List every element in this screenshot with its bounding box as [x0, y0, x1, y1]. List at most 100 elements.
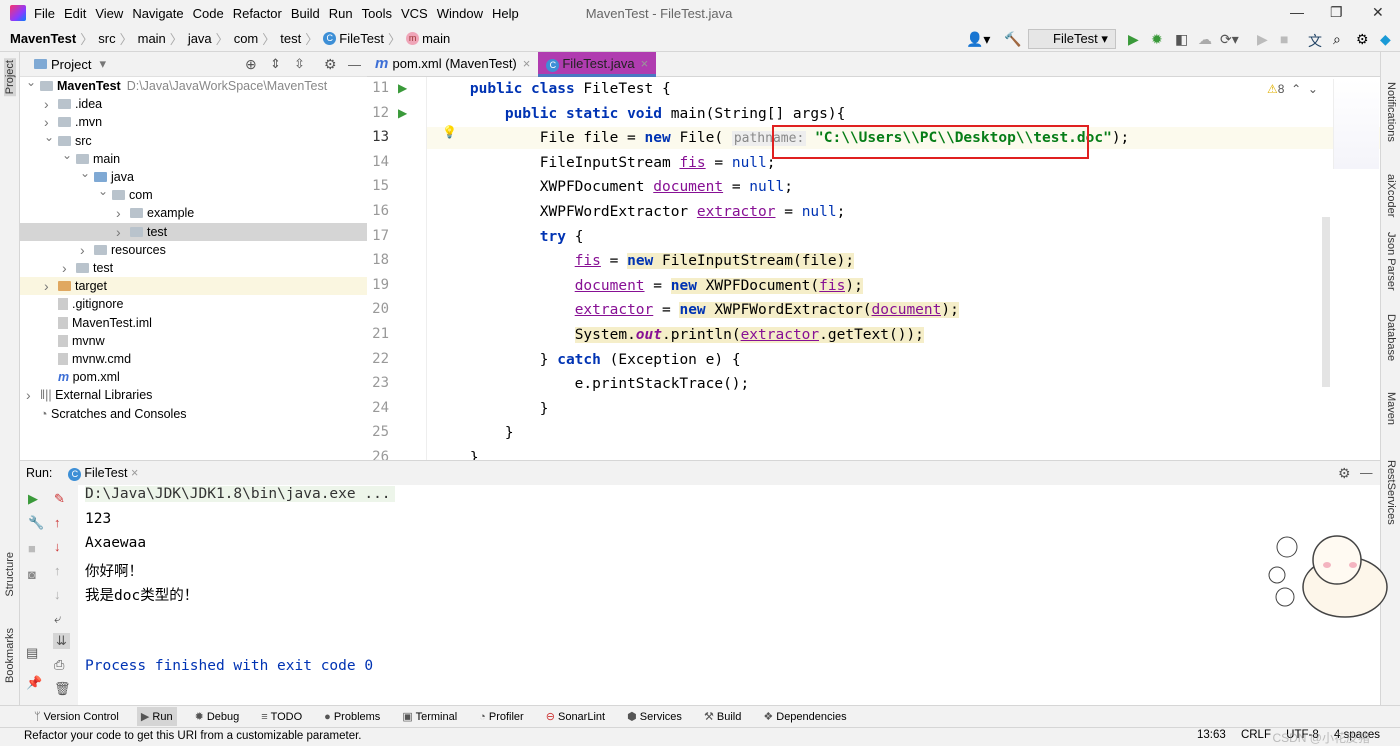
line-separator[interactable]: CRLF	[1241, 729, 1271, 741]
bulb-icon[interactable]: 💡	[442, 125, 457, 139]
collapse-all-icon[interactable]: ⇳	[294, 56, 305, 72]
menu-refactor[interactable]: Refactor	[233, 6, 282, 21]
tree-item[interactable]: MavenTest.iml	[20, 314, 367, 332]
tree-item[interactable]: ◔ Scratches and Consoles	[20, 405, 367, 423]
tool-sonarlint[interactable]: ⊖ SonarLint	[542, 707, 609, 726]
camera-icon[interactable]: ◙	[28, 567, 36, 582]
tree-item[interactable]: › .idea	[20, 95, 367, 113]
caret-position[interactable]: 13:63	[1197, 729, 1226, 741]
menu-run[interactable]: Run	[329, 6, 353, 21]
menu-tools[interactable]: Tools	[362, 6, 392, 21]
chevron-right-icon[interactable]: ›	[116, 223, 121, 241]
rerun-icon[interactable]: ▶	[28, 491, 38, 507]
tool-build[interactable]: ⚒ Build	[700, 707, 745, 726]
chevron-right-icon[interactable]: ›	[26, 386, 31, 404]
chevron-down-icon[interactable]: ⌄	[80, 164, 90, 182]
chevron-right-icon[interactable]: ›	[44, 95, 49, 113]
tree-item[interactable]: › example	[20, 204, 367, 222]
soft-wrap-icon[interactable]: ⤶	[54, 611, 61, 627]
breadcrumb-item[interactable]: FileTest	[339, 31, 384, 46]
breadcrumb-item[interactable]: MavenTest	[10, 31, 76, 46]
chevron-right-icon[interactable]: ›	[116, 204, 121, 222]
tool-structure[interactable]: Structure	[4, 552, 16, 597]
editor-scrollbar[interactable]	[1322, 217, 1330, 387]
run-gutter-icon[interactable]: ▶	[398, 106, 407, 120]
tree-item[interactable]: › ‖|| External Libraries	[20, 386, 367, 404]
chevron-right-icon[interactable]: ›	[80, 241, 85, 259]
run-config-select[interactable]: FileTest ▾	[1028, 29, 1116, 49]
breadcrumb-item[interactable]: src	[98, 31, 115, 46]
translate-icon[interactable]: 文	[1308, 31, 1322, 51]
minimize-button[interactable]: —	[1290, 4, 1304, 20]
code-editor[interactable]: 11 ▶ 12 ▶ 13 14 15 16 17 18 19 20 21 22 23 24 25 26 publi…	[367, 77, 1380, 460]
chevron-down-icon[interactable]: ⌄	[62, 146, 72, 164]
menu-navigate[interactable]: Navigate	[132, 6, 183, 21]
profile-icon[interactable]: ☁	[1198, 31, 1212, 48]
chevron-down-icon[interactable]: ⌄	[44, 128, 54, 146]
tool-problems[interactable]: ● Problems	[320, 708, 384, 726]
code-minimap[interactable]	[1333, 79, 1379, 169]
code-with-me-icon[interactable]: ◆	[1380, 31, 1391, 48]
chevron-right-icon[interactable]: ›	[62, 259, 67, 277]
tool-terminal[interactable]: ▣ Terminal	[398, 707, 461, 726]
menu-vcs[interactable]: VCS	[401, 6, 428, 21]
chevron-down-icon[interactable]: ⌄	[98, 182, 108, 200]
tool-database[interactable]: Database	[1385, 314, 1397, 361]
menu-view[interactable]: View	[95, 6, 123, 21]
trash-icon[interactable]: 🗑	[54, 681, 71, 697]
run-icon[interactable]: ▶	[1128, 31, 1139, 48]
build-hammer-icon[interactable]: 🔨	[1004, 31, 1021, 48]
gear-icon[interactable]: ⚙	[1356, 31, 1369, 48]
tree-item[interactable]: m pom.xml	[20, 368, 367, 386]
menu-code[interactable]: Code	[193, 6, 224, 21]
next-icon[interactable]: ↓	[54, 587, 61, 602]
menu-window[interactable]: Window	[437, 6, 483, 21]
tree-item[interactable]: ⌄ main	[20, 148, 367, 168]
tree-item[interactable]: › target	[20, 277, 367, 296]
menu-edit[interactable]: Edit	[64, 6, 86, 21]
breadcrumb-item[interactable]: test	[280, 31, 301, 46]
console-output[interactable]: D:\Java\JDK\JDK1.8\bin\java.exe ... 123 Ax…	[78, 485, 1380, 705]
close-tab-icon[interactable]: ×	[641, 56, 649, 71]
user-icon[interactable]: 👤▾	[966, 31, 990, 48]
wrench-icon[interactable]: 🔧	[28, 515, 44, 531]
scroll-to-end-icon[interactable]: ⇊	[53, 633, 70, 649]
tool-restservices[interactable]: RestServices	[1385, 460, 1397, 525]
breadcrumb-item[interactable]: com	[234, 31, 259, 46]
gear-icon[interactable]: ⚙	[1338, 465, 1351, 482]
hide-icon[interactable]: —	[348, 57, 361, 72]
tree-item[interactable]: mvnw	[20, 332, 367, 350]
maximize-button[interactable]: ❐	[1330, 4, 1343, 21]
tree-item[interactable]: › resources	[20, 241, 367, 259]
tab-filetest[interactable]: C FileTest.java ×	[538, 52, 657, 77]
status-message[interactable]: Refactor your code to get this URI from …	[24, 730, 361, 742]
pin-icon[interactable]: ✎	[54, 491, 65, 507]
tree-item[interactable]: ⌄ java	[20, 166, 367, 186]
tree-item[interactable]: mvnw.cmd	[20, 350, 367, 368]
tool-notifications[interactable]: Notifications	[1385, 82, 1397, 142]
tree-item[interactable]: ⌄ MavenTest D:\Java\JavaWorkSpace\MavenTes…	[20, 75, 367, 95]
locate-icon[interactable]: ⊕	[245, 56, 257, 73]
breadcrumb-item[interactable]: main	[422, 31, 450, 46]
prev-icon[interactable]: ↑	[54, 563, 61, 578]
chevron-down-icon[interactable]: ⌄	[26, 73, 36, 91]
search-icon[interactable]: ⌕	[1333, 31, 1341, 48]
run-history-icon[interactable]: ⟳▾	[1220, 31, 1239, 48]
tool-project[interactable]: Project	[4, 58, 16, 97]
chevron-down-icon[interactable]: ▾	[99, 56, 106, 72]
breadcrumb-item[interactable]: main	[138, 31, 166, 46]
tool-dependencies[interactable]: ❖ Dependencies	[759, 707, 850, 726]
tool-services[interactable]: ⬢ Services	[623, 707, 686, 726]
tool-todo[interactable]: ≡ TODO	[257, 708, 306, 726]
resume-icon[interactable]: ▶	[1257, 31, 1268, 48]
up-arrow-icon[interactable]: ↑	[54, 515, 61, 530]
tree-item[interactable]: ⌄ com	[20, 184, 367, 204]
close-button[interactable]: ✕	[1372, 4, 1384, 21]
tree-item[interactable]: › test	[20, 259, 367, 277]
chevron-right-icon[interactable]: ›	[44, 277, 49, 295]
warnings-indicator[interactable]: ⚠8 ⌃ ⌄	[1267, 82, 1318, 96]
tool-version-control[interactable]: ᛘ Version Control	[30, 708, 123, 726]
tree-item[interactable]: › test	[20, 222, 367, 241]
close-tab-icon[interactable]: ×	[523, 56, 531, 71]
hide-icon[interactable]: —	[1360, 466, 1373, 480]
